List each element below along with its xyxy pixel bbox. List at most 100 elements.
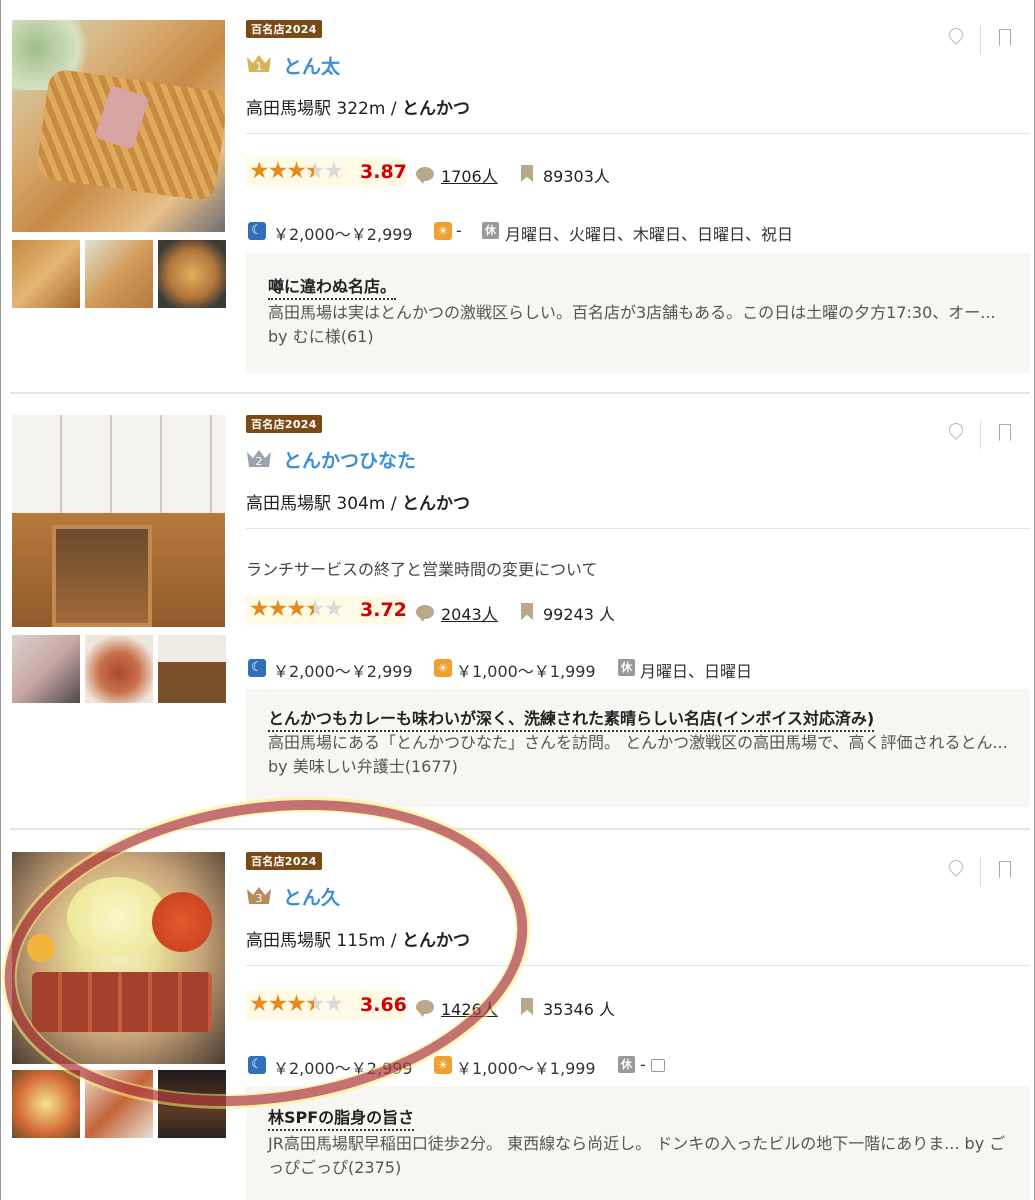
memo-icon[interactable] — [651, 1059, 665, 1072]
comment-icon — [416, 605, 434, 622]
main-photo[interactable] — [12, 852, 225, 1064]
restaurant-card-1: 百名店2024 1 とん太 高田馬場駅 322m / とんかつ ★★★★★ 3.… — [0, 0, 1035, 395]
map-pin-icon[interactable] — [946, 25, 966, 45]
restaurant-card-2: 百名店2024 2 とんかつひなた 高田馬場駅 304m / とんかつ ランチサ… — [0, 395, 1035, 830]
genre-link[interactable]: とんかつ — [402, 931, 470, 951]
thumbnail-1[interactable] — [12, 240, 80, 308]
save-count: 99243 人 — [543, 605, 615, 624]
restaurant-card-3: 百名店2024 3 とん久 高田馬場駅 115m / とんかつ ★★★★★ 3.… — [0, 830, 1035, 1200]
lunch-price: ￥1,000～￥1,999 — [456, 662, 596, 681]
closed-day-icon: 休 — [618, 659, 635, 676]
closed-day-icon: 休 — [618, 1056, 635, 1073]
icon-divider — [980, 858, 981, 886]
review-count-link[interactable]: 1706人 — [441, 163, 498, 187]
save-count: 89303人 — [543, 167, 610, 186]
dinner-price: ￥2,000～￥2,999 — [273, 225, 413, 244]
review-title-link[interactable]: 林SPFの脂身の旨さ — [268, 1104, 415, 1131]
sun-icon: ☀ — [434, 1056, 452, 1074]
comment-icon — [416, 1000, 434, 1017]
noren-curtain — [12, 415, 225, 513]
save-bookmark-icon[interactable] — [999, 424, 1011, 441]
thumbnail-1[interactable] — [12, 635, 80, 703]
closed-days: 月曜日、火曜日、木曜日、日曜日、祝日 — [505, 225, 794, 244]
lunch-price: ￥1,000～￥1,999 — [456, 1059, 596, 1078]
closed-days: - — [640, 1055, 646, 1074]
shop-notice-link[interactable]: ランチサービスの終了と営業時間の変更について — [246, 556, 598, 580]
thumbnail-2[interactable] — [85, 635, 153, 703]
star-rating: ★★★★★ — [249, 596, 344, 622]
rank-number: 2 — [256, 455, 263, 468]
map-pin-icon[interactable] — [946, 857, 966, 877]
location-genre: 高田馬場駅 304m / とんかつ — [246, 489, 470, 514]
station-distance: 高田馬場駅 322m / — [246, 99, 397, 119]
rating-score: 3.66 — [360, 994, 407, 1016]
save-bookmark-icon[interactable] — [999, 861, 1011, 878]
review-count-link[interactable]: 1426人 — [441, 996, 498, 1020]
rank-number: 1 — [256, 60, 263, 73]
mustard — [27, 934, 55, 962]
icon-divider — [980, 26, 981, 54]
hyakumeiten-badge: 百名店2024 — [246, 415, 322, 433]
location-genre: 高田馬場駅 115m / とんかつ — [246, 926, 470, 951]
dinner-price: ￥2,000～￥2,999 — [273, 662, 413, 681]
rank-crown-bronze-icon: 3 — [247, 887, 271, 905]
lunch-price: - — [456, 221, 462, 240]
moon-icon: ☾ — [248, 222, 266, 240]
moon-icon: ☾ — [248, 1056, 266, 1074]
rank-number: 3 — [256, 892, 263, 905]
station-distance: 高田馬場駅 304m / — [246, 494, 397, 514]
rank-crown-silver-icon: 2 — [247, 450, 271, 468]
rank-crown-gold-icon: 1 — [247, 55, 271, 73]
review-title-link[interactable]: 噂に違わぬ名店。 — [268, 273, 397, 300]
thumbnail-2[interactable] — [85, 240, 153, 308]
sun-icon: ☀ — [434, 659, 452, 677]
main-photo[interactable] — [12, 415, 225, 627]
napolitan-pasta — [152, 892, 212, 952]
thumbnail-3[interactable] — [158, 1070, 226, 1138]
save-bookmark-icon[interactable] — [999, 29, 1011, 46]
location-genre: 高田馬場駅 322m / とんかつ — [246, 94, 470, 119]
thumbnail-3[interactable] — [158, 635, 226, 703]
star-rating: ★★★★★ — [249, 991, 344, 1017]
rating-score: 3.72 — [360, 599, 407, 621]
moon-icon: ☾ — [248, 659, 266, 677]
bookmark-icon — [521, 998, 533, 1015]
closed-day-icon: 休 — [482, 222, 499, 239]
save-count: 35346 人 — [543, 1000, 615, 1019]
genre-link[interactable]: とんかつ — [402, 494, 470, 514]
star-rating: ★★★★★ — [249, 158, 344, 184]
hyakumeiten-badge: 百名店2024 — [246, 20, 322, 38]
card-divider — [10, 392, 1030, 394]
restaurant-name-link[interactable]: とん久 — [283, 883, 340, 910]
icon-divider — [980, 421, 981, 449]
closed-days: 月曜日、日曜日 — [640, 662, 753, 681]
review-count-link[interactable]: 2043人 — [441, 601, 498, 625]
hyakumeiten-badge: 百名店2024 — [246, 852, 322, 870]
thumbnail-3[interactable] — [158, 240, 226, 308]
restaurant-name-link[interactable]: とんかつひなた — [283, 446, 416, 473]
main-photo[interactable] — [12, 20, 225, 232]
genre-link[interactable]: とんかつ — [402, 99, 470, 119]
thumbnail-2[interactable] — [85, 1070, 153, 1138]
separator — [246, 965, 1030, 966]
separator — [246, 133, 1030, 134]
bookmark-icon — [521, 165, 533, 182]
map-pin-icon[interactable] — [946, 420, 966, 440]
review-snippet-box: 林SPFの脂身の旨さ JR高田馬場駅早稲田口徒歩2分。 東西線なら尚近し。 ドン… — [246, 1086, 1030, 1200]
review-title-link[interactable]: とんかつもカレーも味わいが深く、洗練された素晴らしい名店(インボイス対応済み) — [268, 705, 875, 732]
restaurant-name-link[interactable]: とん太 — [283, 52, 340, 79]
review-text: 高田馬場は実はとんかつの激戦区らしい。百名店が3店舗もある。この日は土曜の夕方1… — [268, 303, 996, 346]
sun-icon: ☀ — [434, 222, 452, 240]
review-text: 高田馬場にある「とんかつひなた」さんを訪問。 とんかつ激戦区の高田馬場で、高く評… — [268, 733, 1008, 776]
tonkatsu-slices — [32, 972, 212, 1032]
thumbnail-1[interactable] — [12, 1070, 80, 1138]
review-snippet-box: とんかつもカレーも味わいが深く、洗練された素晴らしい名店(インボイス対応済み) … — [246, 689, 1030, 807]
station-distance: 高田馬場駅 115m / — [246, 931, 397, 951]
separator — [246, 528, 1030, 529]
comment-icon — [416, 167, 434, 184]
shop-door — [52, 525, 152, 627]
review-text: JR高田馬場駅早稲田口徒歩2分。 東西線なら尚近し。 ドンキの入ったビルの地下一… — [268, 1134, 1006, 1177]
rating-score: 3.87 — [360, 161, 407, 183]
dinner-price: ￥2,000～￥2,999 — [273, 1059, 413, 1078]
bookmark-icon — [521, 603, 533, 620]
